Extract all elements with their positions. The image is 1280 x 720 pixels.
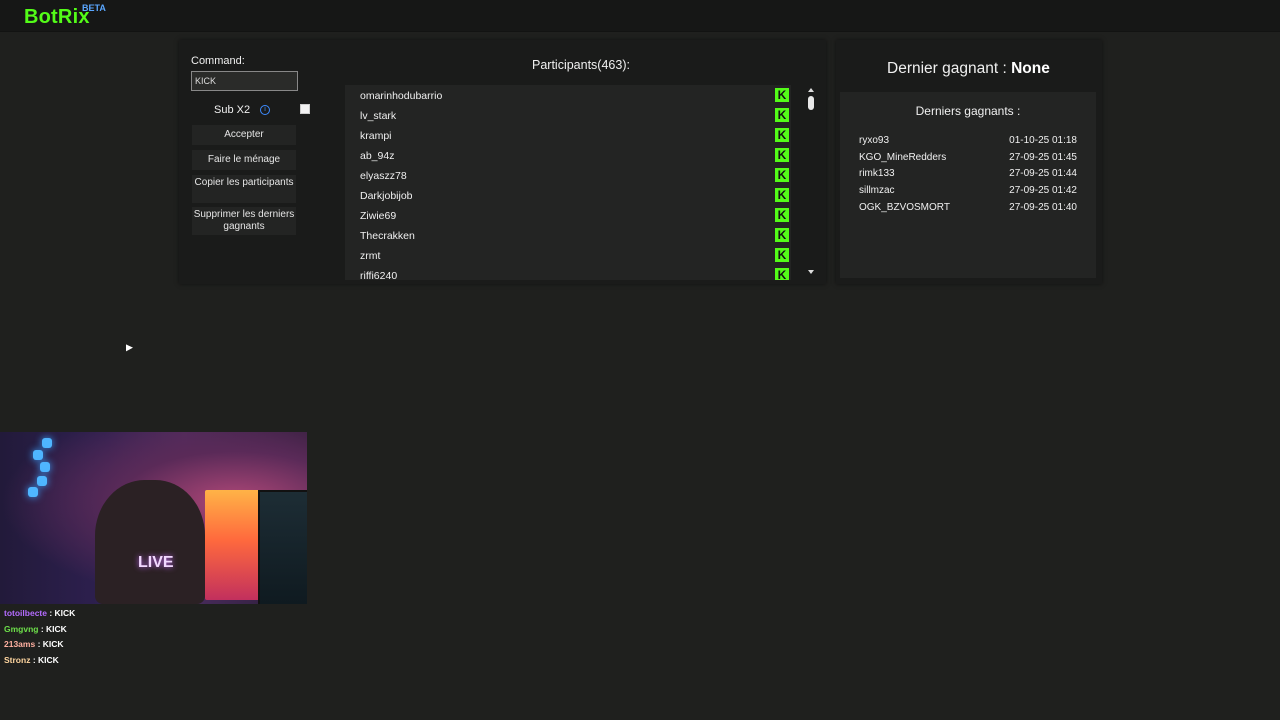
kick-icon: K xyxy=(775,88,789,102)
participant-name: krampi xyxy=(360,130,392,142)
chat-text: KICK xyxy=(46,623,67,634)
chat-text: KICK xyxy=(38,655,59,666)
sub-x2-checkbox[interactable] xyxy=(300,104,310,114)
chat-text: KICK xyxy=(54,608,76,618)
chat-user: Stronz xyxy=(4,655,31,666)
last-winner-label: Dernier gagnant : xyxy=(887,60,1007,77)
winner-row: rimk133 27-09-25 01:44 xyxy=(859,168,1077,184)
participant-name: lv_stark xyxy=(360,110,397,122)
recent-winners-box: Derniers gagnants : ryxo93 01-10-25 01:1… xyxy=(840,92,1096,278)
kick-icon: K xyxy=(775,168,789,182)
kick-icon: K xyxy=(775,128,789,142)
kick-icon: K xyxy=(775,268,789,280)
participants-list[interactable]: omarinhodubarrio K lv_stark K krampi K a… xyxy=(345,85,791,280)
winner-date: 01-10-25 01:18 xyxy=(1009,135,1077,146)
winner-date: 27-09-25 01:42 xyxy=(1009,185,1077,196)
participant-row[interactable]: elyaszz78 K xyxy=(345,165,791,185)
participant-row[interactable]: riffi6240 K xyxy=(345,265,791,280)
winner-date: 27-09-25 01:44 xyxy=(1009,168,1077,179)
chat-user: 213ams xyxy=(4,639,36,650)
participant-name: elyaszz78 xyxy=(360,170,407,182)
winner-date: 27-09-25 01:40 xyxy=(1009,202,1077,213)
giveaway-panel: Command: Sub X2 i Accepter Faire le ména… xyxy=(179,40,826,284)
top-bar: BotRix BETA xyxy=(0,0,1280,32)
last-winner: Dernier gagnant : None xyxy=(887,60,1050,78)
chat-message: Stronz : KICK xyxy=(4,655,59,666)
kick-icon: K xyxy=(775,228,789,242)
scroll-down-arrow-icon[interactable] xyxy=(808,270,814,274)
winner-name: ryxo93 xyxy=(859,135,890,146)
participants-title: Participants(463): xyxy=(532,58,630,72)
scrollbar-thumb[interactable] xyxy=(808,96,814,110)
kick-icon: K xyxy=(775,148,789,162)
chat-user: Gmgvng xyxy=(4,623,39,634)
chat-text: KICK xyxy=(42,639,64,650)
participant-row[interactable]: Ziwie69 K xyxy=(345,205,791,225)
participant-name: zrmt xyxy=(360,250,381,262)
winners-panel: Dernier gagnant : None Derniers gagnants… xyxy=(836,40,1102,284)
command-input[interactable] xyxy=(191,71,298,91)
webcam-overlay: LIVE xyxy=(0,432,307,604)
winner-row: sillmzac 27-09-25 01:42 xyxy=(859,185,1077,201)
sub-x2-label: Sub X2 xyxy=(214,104,251,116)
recent-winners-title: Derniers gagnants : xyxy=(915,104,1021,118)
chat-user: totoilbecte xyxy=(4,608,47,618)
participant-name: Darkjobijob xyxy=(360,190,413,202)
kick-icon: K xyxy=(775,208,789,222)
monitor xyxy=(258,490,307,604)
live-neon-sign: LIVE xyxy=(138,554,174,571)
delete-winners-button[interactable]: Supprimer les derniers gagnants xyxy=(192,207,296,235)
hexagon-light xyxy=(37,476,47,486)
winner-name: sillmzac xyxy=(859,185,895,196)
kick-icon: K xyxy=(775,248,789,262)
winner-row: ryxo93 01-10-25 01:18 xyxy=(859,135,1077,151)
chat-message: Gmgvng : KICK xyxy=(4,623,67,634)
winner-name: OGK_BZVOSMORT xyxy=(859,202,950,213)
accept-button[interactable]: Accepter xyxy=(192,125,296,145)
hexagon-light xyxy=(28,487,38,497)
winner-row: OGK_BZVOSMORT 27-09-25 01:40 xyxy=(859,202,1077,218)
clean-button[interactable]: Faire le ménage xyxy=(192,150,296,170)
participant-row[interactable]: ab_94z K xyxy=(345,145,791,165)
hexagon-light xyxy=(40,462,50,472)
last-winner-value: None xyxy=(1011,60,1050,77)
chat-message: 213ams : KICK xyxy=(4,639,64,650)
participant-row[interactable]: krampi K xyxy=(345,125,791,145)
winner-name: KGO_MineRedders xyxy=(859,152,947,163)
participant-row[interactable]: lv_stark K xyxy=(345,105,791,125)
hexagon-light xyxy=(42,438,52,448)
participant-row[interactable]: omarinhodubarrio K xyxy=(345,85,791,105)
beta-badge: BETA xyxy=(82,3,106,13)
info-icon[interactable]: i xyxy=(260,105,270,115)
command-label: Command: xyxy=(191,55,245,67)
mouse-cursor-icon xyxy=(126,344,133,355)
winner-date: 27-09-25 01:45 xyxy=(1009,152,1077,163)
participant-name: Ziwie69 xyxy=(360,210,397,222)
kick-icon: K xyxy=(775,188,789,202)
chat-overlay: totoilbecte : KICK Gmgvng : KICK 213ams … xyxy=(4,606,75,669)
winner-name: rimk133 xyxy=(859,168,895,179)
kick-icon: K xyxy=(775,108,789,122)
participant-name: riffi6240 xyxy=(360,270,398,280)
participant-name: ab_94z xyxy=(360,150,395,162)
copy-participants-button[interactable]: Copier les participants xyxy=(192,175,296,203)
participant-row[interactable]: Thecrakken K xyxy=(345,225,791,245)
app-logo[interactable]: BotRix xyxy=(24,6,90,29)
participant-name: Thecrakken xyxy=(360,230,415,242)
hexagon-light xyxy=(33,450,43,460)
scroll-up-arrow-icon[interactable] xyxy=(808,88,814,92)
winner-row: KGO_MineRedders 27-09-25 01:45 xyxy=(859,152,1077,168)
chat-message: totoilbecte : KICK xyxy=(4,608,76,618)
participant-row[interactable]: zrmt K xyxy=(345,245,791,265)
streamer xyxy=(95,480,205,604)
participant-row[interactable]: Darkjobijob K xyxy=(345,185,791,205)
participant-name: omarinhodubarrio xyxy=(360,90,443,102)
